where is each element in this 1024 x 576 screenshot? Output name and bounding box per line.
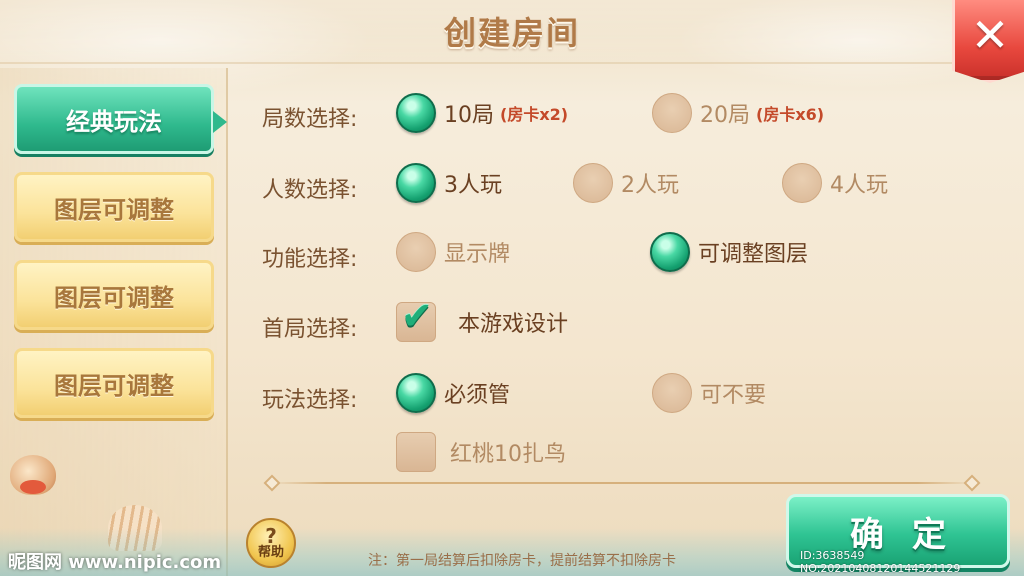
watermark: 昵图网 www.nipic.com [8,552,222,573]
features-option-show-cards[interactable]: 显示牌 [396,232,510,272]
page-title: 创建房间 [443,14,580,52]
players-option-4[interactable]: 4人玩 [782,163,888,203]
features-option-adjust-layer[interactable]: 可调整图层 [650,232,808,272]
first-round-label: 首局选择: [262,317,358,342]
checkbox-checked: ✔ [396,297,436,342]
sidebar: 经典玩法 图层可调整 图层可调整 图层可调整 [0,68,228,576]
checkmark-icon: ✔ [401,294,433,338]
checkbox-unchecked [396,432,436,472]
radio-selected-icon [396,163,436,203]
gameplay-option-must[interactable]: 必须管 [396,373,510,413]
close-icon: ✕ [970,8,1010,62]
option-label: 可调整图层 [698,242,809,267]
crab-icon [20,480,46,494]
first-round-option[interactable]: ✔ 本游戏设计 [396,297,569,342]
option-label: 本游戏设计 [458,312,569,337]
rounds-option-10[interactable]: 10局 (房卡x2) [396,93,568,133]
radio-unselected-icon [782,163,822,203]
rounds-label: 局数选择: [262,107,358,132]
help-label: 帮助 [257,544,284,560]
players-option-3[interactable]: 3人玩 [396,163,502,203]
option-cost: (房卡x6) [756,105,825,124]
close-button[interactable]: ✕ [952,0,1024,83]
option-label: 3人玩 [444,173,502,198]
question-icon: ? [265,523,277,548]
option-label: 必须管 [444,383,511,408]
sidebar-item-classic[interactable]: 经典玩法 [14,84,227,154]
image-id-tag: ID:3638549 NO:20210408120144521129 [800,549,961,575]
sidebar-item-layer-2[interactable]: 图层可调整 [14,260,214,330]
radio-selected-icon [650,232,690,272]
sidebar-item-layer-3[interactable]: 图层可调整 [14,348,214,418]
features-label: 功能选择: [262,247,358,272]
room-card-note: 注：第一局结算后扣除房卡，提前结算不扣除房卡 [368,553,676,569]
option-label: 10局 [444,103,494,128]
radio-selected-icon [396,373,436,413]
radio-unselected-icon [396,232,436,272]
option-cost: (房卡x2) [500,105,569,124]
radio-selected-icon [396,93,436,133]
radio-unselected-icon [652,373,692,413]
sidebar-item-layer-1[interactable]: 图层可调整 [14,172,214,242]
option-label: 20局 [700,103,750,128]
players-option-2[interactable]: 2人玩 [573,163,679,203]
gameplay-option-optional[interactable]: 可不要 [652,373,766,413]
players-label: 人数选择: [262,178,358,203]
divider [270,482,974,484]
gameplay-label: 玩法选择: [262,388,358,413]
radio-unselected-icon [652,93,692,133]
option-label: 2人玩 [621,173,679,198]
option-label: 显示牌 [444,242,511,267]
option-label: 红桃10扎鸟 [450,442,566,467]
help-button[interactable]: ? 帮助 [246,518,296,568]
gameplay-option-heart10[interactable]: 红桃10扎鸟 [396,432,566,472]
radio-unselected-icon [573,163,613,203]
option-label: 4人玩 [830,173,888,198]
option-label: 可不要 [700,383,767,408]
rounds-option-20[interactable]: 20局 (房卡x6) [652,93,824,133]
